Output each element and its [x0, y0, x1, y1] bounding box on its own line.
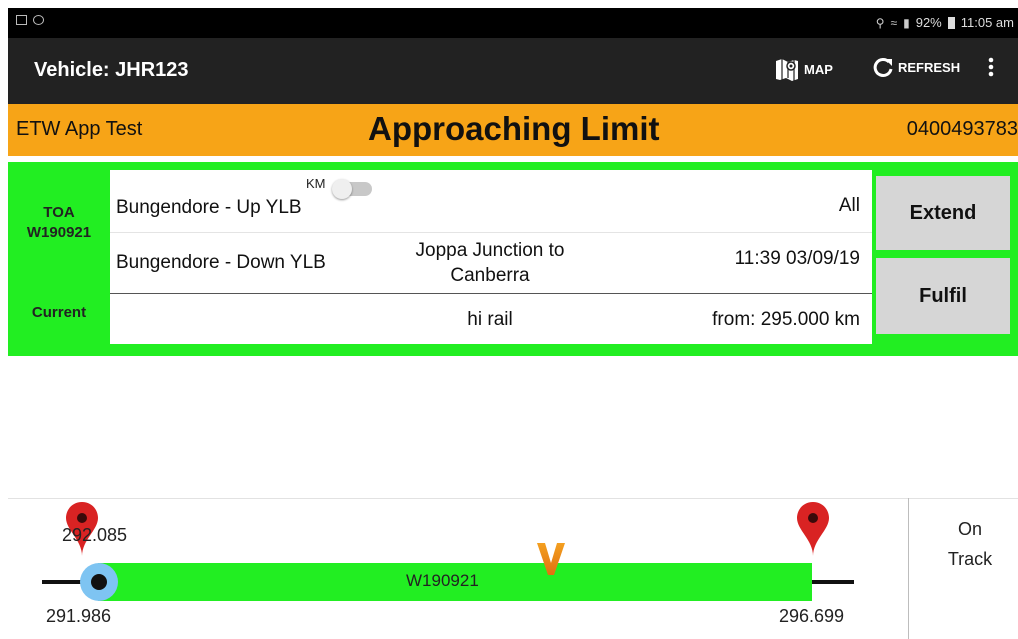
map-icon: [774, 56, 800, 82]
status-right: ⚲ ≈ ▮ 92% 11:05 am: [876, 15, 1014, 30]
wifi-icon: ≈: [890, 15, 898, 30]
tracks-value: All: [838, 195, 860, 216]
extend-button[interactable]: Extend: [876, 176, 1010, 250]
current-position-dot: [91, 574, 107, 590]
authority-summary: TOA W190921 Current: [8, 162, 110, 356]
location-icon: ⚲: [875, 15, 885, 30]
toggle-knob: [332, 179, 352, 199]
current-km: 292.085: [62, 525, 128, 545]
contact-phone[interactable]: 0400493783: [907, 118, 1018, 141]
from-km: from: 295.000 km: [712, 309, 860, 330]
refresh-icon: [872, 56, 894, 78]
authority-card: TOA W190921 Current KM Bungendore - Up Y…: [8, 162, 1018, 356]
alert-banner: ETW App Test Approaching Limit 040049378…: [8, 104, 1018, 156]
status-bar: ⚲ ≈ ▮ 92% 11:05 am: [8, 8, 1018, 38]
track-status: On Track: [947, 519, 993, 569]
refresh-label: REFRESH: [898, 59, 961, 75]
row-divider: [110, 232, 872, 233]
from-km-marker-icon: [535, 541, 567, 582]
route-up: Bungendore - Up YLB: [116, 197, 302, 218]
vehicle-type: hi rail: [467, 309, 513, 330]
authority-status: Current: [31, 304, 87, 321]
track-status-divider: [908, 498, 909, 639]
start-km: 291.986: [46, 606, 112, 626]
clock: 11:05 am: [960, 15, 1014, 30]
signal-icon: ▮: [903, 15, 910, 30]
map-button[interactable]: MAP: [774, 56, 833, 82]
section-description: Joppa Junction to Canberra: [415, 240, 565, 286]
km-toggle-switch[interactable]: [332, 179, 372, 199]
more-vert-icon: [988, 56, 994, 78]
gallery-icon: [16, 15, 27, 25]
route-down: Bungendore - Down YLB: [116, 252, 326, 273]
authority-time: 11:39 03/09/19: [734, 248, 860, 269]
status-notification-icons: [16, 15, 44, 25]
app-environment-label: ETW App Test: [16, 118, 143, 140]
track-section-divider: [8, 498, 1018, 499]
limit-bar-label: W190921: [406, 571, 479, 590]
vehicle-title: Vehicle: JHR123: [34, 59, 189, 81]
refresh-button[interactable]: REFRESH: [872, 56, 960, 78]
app-screen: ⚲ ≈ ▮ 92% 11:05 am Vehicle: JHR123 MAP R…: [0, 0, 1018, 639]
alert-title: Approaching Limit: [368, 110, 660, 147]
sync-icon: [33, 15, 44, 25]
map-label: MAP: [804, 61, 833, 77]
authority-id: W190921: [26, 224, 92, 241]
end-km: 296.699: [779, 606, 845, 626]
authority-type: TOA: [43, 204, 75, 221]
authority-details: KM Bungendore - Up YLB All Bungendore - …: [110, 170, 872, 344]
battery-icon: [947, 16, 955, 29]
overflow-menu-button[interactable]: [988, 56, 1000, 78]
row-divider: [110, 293, 872, 294]
end-limit-pin-icon: [795, 500, 831, 563]
fulfil-button[interactable]: Fulfil: [876, 258, 1010, 334]
km-toggle-label: KM: [306, 176, 326, 191]
app-bar: Vehicle: JHR123 MAP REFRESH: [8, 38, 1018, 104]
battery-percent: 92%: [915, 15, 942, 30]
